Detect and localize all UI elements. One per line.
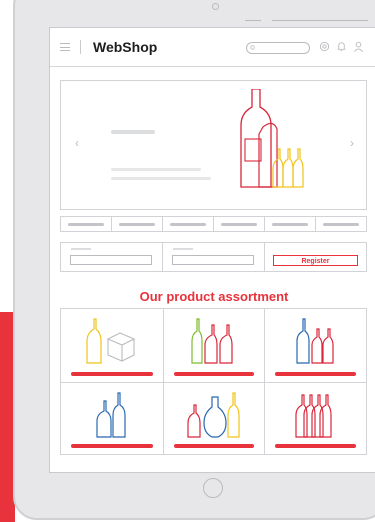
camera-dot: [212, 3, 219, 10]
field-label-placeholder: [71, 248, 91, 250]
category-tabs: [60, 216, 367, 232]
category-label-placeholder: [275, 371, 356, 376]
product-category-card[interactable]: [162, 309, 265, 382]
tab-placeholder[interactable]: [315, 217, 366, 231]
tab-placeholder[interactable]: [111, 217, 162, 231]
tab-placeholder[interactable]: [61, 217, 111, 231]
product-category-card[interactable]: [264, 381, 366, 454]
search-input[interactable]: [246, 42, 310, 54]
product-category-card[interactable]: [61, 381, 163, 455]
tab-placeholder[interactable]: [213, 217, 264, 231]
home-button[interactable]: [203, 478, 223, 498]
category-label-placeholder: [71, 371, 153, 376]
chevron-right-icon[interactable]: ›: [350, 136, 354, 150]
hero-carousel: ‹ ›: [60, 80, 367, 210]
product-category-card[interactable]: [162, 381, 265, 454]
hero-bottles-illustration: [240, 89, 304, 188]
tab-placeholder[interactable]: [264, 217, 315, 231]
product-category-card[interactable]: [61, 309, 163, 382]
chevron-left-icon[interactable]: ‹: [75, 136, 79, 150]
speaker-line: [245, 20, 261, 21]
menu-icon[interactable]: [60, 43, 70, 51]
brand-logo[interactable]: WebShop: [93, 39, 157, 55]
category-label-placeholder: [173, 444, 255, 448]
tablet-screen: WebShop ‹ › Register Our product assortm…: [49, 27, 375, 473]
field-label-placeholder: [173, 248, 193, 250]
headline-placeholder: [111, 130, 155, 134]
tab-placeholder[interactable]: [162, 217, 213, 231]
product-grid: [60, 308, 367, 455]
category-label-placeholder: [71, 444, 153, 448]
text-placeholder: [111, 177, 211, 180]
blue-bottles-icon: [96, 391, 126, 438]
input-field[interactable]: [172, 255, 254, 265]
category-label-placeholder: [173, 371, 255, 376]
divider: [80, 40, 81, 54]
notification-icon[interactable]: [335, 40, 348, 53]
register-button[interactable]: Register: [273, 255, 358, 266]
settings-icon[interactable]: [318, 40, 331, 53]
speaker-line: [272, 20, 368, 21]
decanter-bottles-icon: [187, 391, 240, 438]
input-field[interactable]: [70, 255, 152, 265]
search-icon: [250, 45, 255, 50]
tablet-frame: WebShop ‹ › Register Our product assortm…: [13, 0, 375, 520]
section-title: Our product assortment: [139, 289, 289, 304]
text-placeholder: [111, 168, 201, 171]
blue-red-bottles-icon: [296, 318, 334, 364]
top-bar: WebShop: [50, 28, 375, 67]
bottle-and-box-icon: [86, 318, 136, 364]
registration-form: Register: [60, 242, 367, 272]
category-label-placeholder: [275, 444, 356, 448]
red-bottles-icon: [295, 393, 332, 438]
product-category-card[interactable]: [264, 309, 366, 382]
wine-bottles-icon: [191, 318, 233, 364]
user-icon[interactable]: [352, 40, 365, 53]
